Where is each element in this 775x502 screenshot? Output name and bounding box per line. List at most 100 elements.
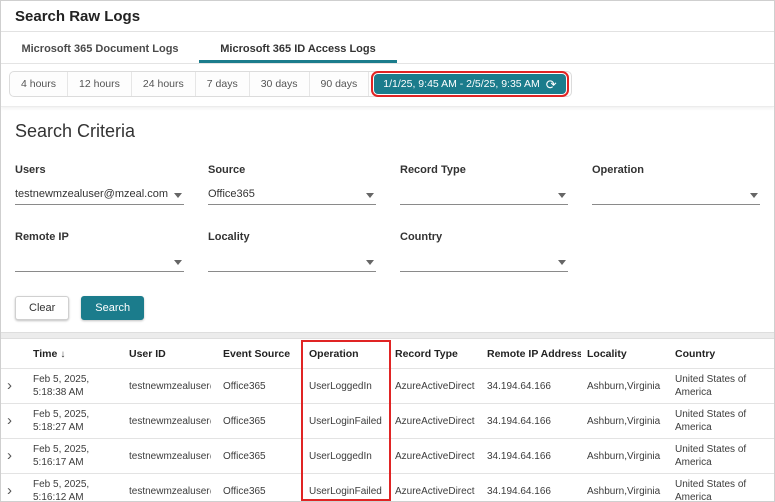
remote-ip-label: Remote IP (15, 231, 184, 243)
results-table: Time↓ User ID Event Source Operation Rec… (1, 339, 774, 501)
column-header-user-id[interactable]: User ID (123, 339, 217, 369)
date-range-label: 1/1/25, 9:45 AM - 2/5/25, 9:35 AM (383, 78, 539, 90)
search-button[interactable]: Search (81, 296, 144, 320)
column-header-operation[interactable]: Operation (303, 339, 389, 369)
column-header-record-type[interactable]: Record Type (389, 339, 481, 369)
chevron-down-icon[interactable] (558, 260, 566, 265)
locality-select[interactable] (208, 252, 376, 272)
chevron-down-icon[interactable] (558, 193, 566, 198)
cell-event-source: Office365 (217, 404, 303, 439)
cell-user-id: testnewmzealuser@mzeal.com (123, 439, 217, 474)
column-header-time[interactable]: Time↓ (27, 339, 123, 369)
cell-record-type: AzureActiveDirectoryStsLogon (389, 474, 481, 502)
record-type-select[interactable] (400, 185, 568, 205)
time-filter-4-hours[interactable]: 4 hours (10, 72, 68, 96)
criteria-actions: Clear Search (15, 296, 760, 320)
operation-label: Operation (592, 164, 760, 176)
cell-country: United States of America (669, 369, 774, 404)
column-header-remote-ip[interactable]: Remote IP Address (481, 339, 581, 369)
empty-grid-cell (592, 231, 760, 272)
cell-locality: Ashburn,Virginia (581, 369, 669, 404)
chevron-down-icon[interactable] (366, 193, 374, 198)
operation-field: Operation (592, 164, 760, 205)
table-header-row: Time↓ User ID Event Source Operation Rec… (1, 339, 774, 369)
cell-locality: Ashburn,Virginia (581, 439, 669, 474)
expand-row-button[interactable]: › (7, 449, 12, 462)
cell-remote-ip: 34.194.64.166 (481, 369, 581, 404)
log-type-tabs: Microsoft 365 Document Logs Microsoft 36… (1, 32, 774, 64)
column-header-country[interactable]: Country (669, 339, 774, 369)
tab-id-access-logs[interactable]: Microsoft 365 ID Access Logs (199, 32, 397, 63)
page-title: Search Raw Logs (1, 1, 774, 32)
source-value: Office365 (208, 188, 255, 200)
locality-field: Locality (208, 231, 376, 272)
cell-remote-ip: 34.194.64.166 (481, 404, 581, 439)
chevron-down-icon[interactable] (750, 193, 758, 198)
country-label: Country (400, 231, 568, 243)
expand-row-button[interactable]: › (7, 379, 12, 392)
record-type-field: Record Type (400, 164, 568, 205)
cell-locality: Ashburn,Virginia (581, 474, 669, 502)
cell-country: United States of America (669, 404, 774, 439)
expand-column-header (1, 339, 27, 369)
time-filter-7-days[interactable]: 7 days (196, 72, 250, 96)
cell-time: Feb 5, 2025, 5:16:12 AM (27, 474, 123, 502)
cell-user-id: testnewmzealuser@mzeal.com (123, 404, 217, 439)
table-row[interactable]: › Feb 5, 2025, 5:18:38 AM testnewmzealus… (1, 369, 774, 404)
locality-label: Locality (208, 231, 376, 243)
column-header-event-source[interactable]: Event Source (217, 339, 303, 369)
cell-event-source: Office365 (217, 474, 303, 502)
table-row[interactable]: › Feb 5, 2025, 5:16:17 AM testnewmzealus… (1, 439, 774, 474)
clear-button[interactable]: Clear (15, 296, 69, 320)
cell-operation: UserLoginFailed (303, 474, 389, 502)
refresh-icon[interactable]: ⟳ (546, 78, 557, 91)
search-criteria-section: Search Criteria Users testnewmzealuser@m… (1, 107, 774, 332)
cell-locality: Ashburn,Virginia (581, 404, 669, 439)
time-header-label: Time (33, 348, 57, 360)
cell-record-type: AzureActiveDirectoryStsLogon (389, 439, 481, 474)
tab-document-logs[interactable]: Microsoft 365 Document Logs (1, 32, 199, 63)
custom-date-range-button[interactable]: 1/1/25, 9:45 AM - 2/5/25, 9:35 AM ⟳ (374, 74, 565, 94)
search-raw-logs-page: Search Raw Logs Microsoft 365 Document L… (0, 0, 775, 502)
cell-remote-ip: 34.194.64.166 (481, 439, 581, 474)
chevron-down-icon[interactable] (174, 260, 182, 265)
operation-select[interactable] (592, 185, 760, 205)
users-field: Users testnewmzealuser@mzeal.com (15, 164, 184, 205)
cell-time: Feb 5, 2025, 5:18:27 AM (27, 404, 123, 439)
search-criteria-heading: Search Criteria (15, 121, 760, 142)
time-filter-24-hours[interactable]: 24 hours (132, 72, 196, 96)
time-filter-row: 4 hours 12 hours 24 hours 7 days 30 days… (1, 64, 774, 107)
users-value: testnewmzealuser@mzeal.com (15, 188, 168, 200)
cell-record-type: AzureActiveDirectoryStsLogon (389, 404, 481, 439)
time-range-button-group: 4 hours 12 hours 24 hours 7 days 30 days… (9, 71, 572, 97)
cell-country: United States of America (669, 474, 774, 502)
section-divider (1, 332, 774, 339)
column-header-locality[interactable]: Locality (581, 339, 669, 369)
record-type-label: Record Type (400, 164, 568, 176)
source-label: Source (208, 164, 376, 176)
results-table-section: Time↓ User ID Event Source Operation Rec… (1, 339, 774, 501)
expand-row-button[interactable]: › (7, 414, 12, 427)
cell-country: United States of America (669, 439, 774, 474)
table-row[interactable]: › Feb 5, 2025, 5:16:12 AM testnewmzealus… (1, 474, 774, 502)
table-row[interactable]: › Feb 5, 2025, 5:18:27 AM testnewmzealus… (1, 404, 774, 439)
cell-user-id: testnewmzealuser@mzeal.com (123, 474, 217, 502)
sort-descending-icon[interactable]: ↓ (60, 349, 65, 360)
chevron-down-icon[interactable] (366, 260, 374, 265)
time-filter-12-hours[interactable]: 12 hours (68, 72, 132, 96)
source-field: Source Office365 (208, 164, 376, 205)
expand-row-button[interactable]: › (7, 484, 12, 497)
cell-record-type: AzureActiveDirectoryStsLogon (389, 369, 481, 404)
cell-time: Feb 5, 2025, 5:16:17 AM (27, 439, 123, 474)
time-filter-30-days[interactable]: 30 days (250, 72, 310, 96)
source-select[interactable]: Office365 (208, 185, 376, 205)
cell-operation: UserLoggedIn (303, 439, 389, 474)
remote-ip-select[interactable] (15, 252, 184, 272)
users-select[interactable]: testnewmzealuser@mzeal.com (15, 185, 184, 205)
cell-remote-ip: 34.194.64.166 (481, 474, 581, 502)
criteria-fields-row1: Users testnewmzealuser@mzeal.com Source … (15, 164, 760, 272)
cell-user-id: testnewmzealuser@mzeal.com (123, 369, 217, 404)
chevron-down-icon[interactable] (174, 193, 182, 198)
time-filter-90-days[interactable]: 90 days (310, 72, 370, 96)
country-select[interactable] (400, 252, 568, 272)
